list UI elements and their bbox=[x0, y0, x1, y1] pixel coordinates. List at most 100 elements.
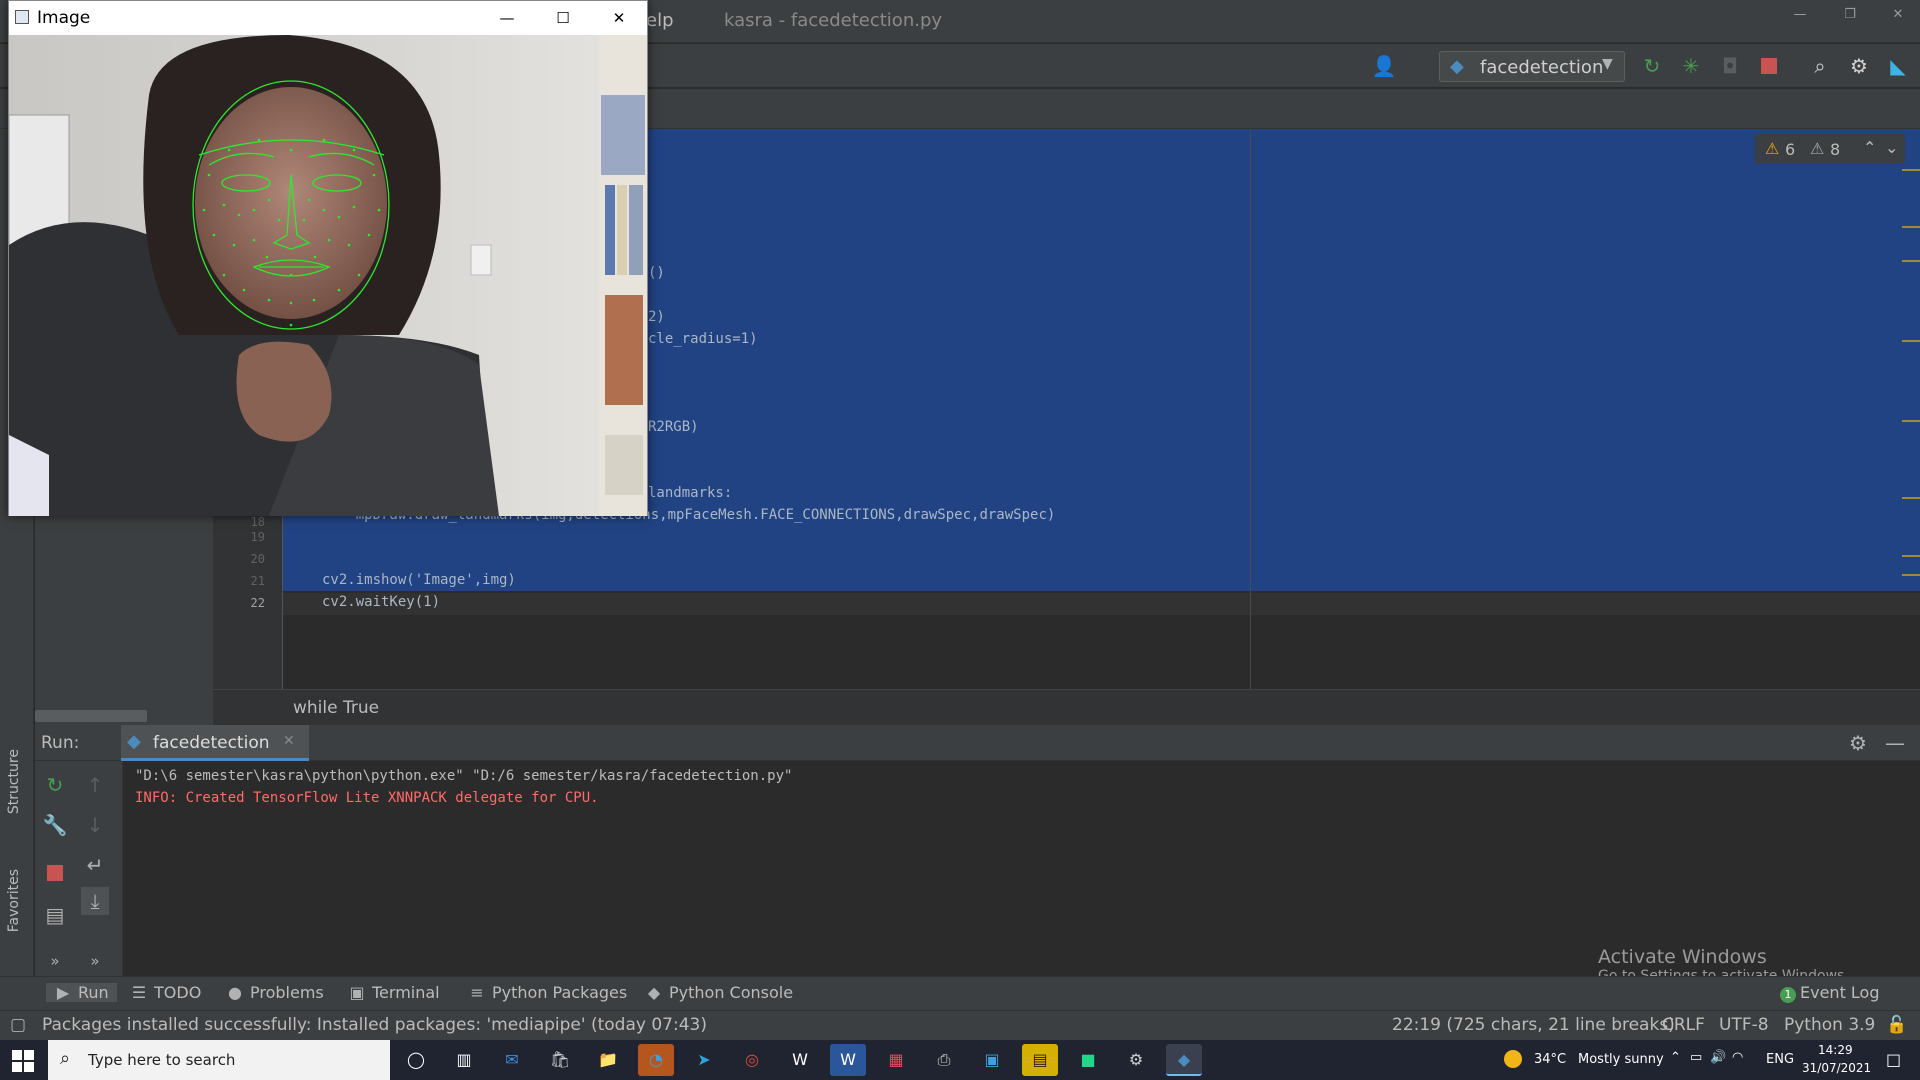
run-label: Run: bbox=[41, 733, 80, 753]
hide-panel-icon[interactable]: — bbox=[1885, 731, 1905, 755]
line-separator[interactable]: CRLF bbox=[1662, 1015, 1705, 1035]
stop-icon[interactable] bbox=[1755, 52, 1783, 80]
close-icon[interactable]: ✕ bbox=[283, 733, 295, 749]
python-interpreter[interactable]: Python 3.9 bbox=[1784, 1015, 1875, 1035]
run-configuration-select[interactable]: ◆ facedetection ▼ bbox=[1439, 51, 1625, 82]
gear-icon[interactable]: ⚙ bbox=[1845, 52, 1873, 80]
input-language[interactable]: ENG bbox=[1766, 1052, 1794, 1067]
winrar-icon[interactable]: ▦ bbox=[878, 1044, 914, 1076]
clock-time[interactable]: 14:29 bbox=[1818, 1043, 1853, 1057]
layers-icon: ≡ bbox=[470, 983, 484, 1002]
task-view-icon[interactable]: ▥ bbox=[446, 1044, 482, 1076]
close-button[interactable]: ✕ bbox=[1878, 2, 1918, 28]
network-app-icon[interactable]: ▣ bbox=[974, 1044, 1010, 1076]
telegram-icon[interactable]: ➤ bbox=[686, 1044, 722, 1076]
structure-tab[interactable]: Structure bbox=[6, 749, 28, 869]
run-config-label: facedetection bbox=[1480, 57, 1604, 78]
tab-run[interactable]: ▶ Run bbox=[46, 983, 117, 1002]
chevron-up-icon[interactable]: ⌃ bbox=[1863, 138, 1876, 157]
tab-terminal[interactable]: ▣ Terminal bbox=[348, 983, 439, 1002]
minimize-button[interactable]: — bbox=[487, 5, 527, 31]
image-window[interactable]: Image — ☐ ✕ bbox=[8, 0, 648, 516]
warning-marker[interactable] bbox=[1902, 574, 1920, 576]
tab-problems[interactable]: ● Problems bbox=[226, 983, 324, 1002]
console-line: "D:\6 semester\kasra\python\python.exe" … bbox=[135, 768, 793, 784]
chrome-icon[interactable]: ◎ bbox=[734, 1044, 770, 1076]
python-icon: ◆ bbox=[127, 731, 141, 752]
weather-temp[interactable]: 34°C bbox=[1534, 1052, 1566, 1067]
mail-icon[interactable]: ✉ bbox=[494, 1044, 530, 1076]
windows-start-icon[interactable] bbox=[12, 1050, 34, 1072]
weather-icon[interactable] bbox=[1504, 1050, 1522, 1068]
close-button[interactable]: ✕ bbox=[599, 5, 639, 31]
battery-icon[interactable]: ▭ bbox=[1690, 1050, 1702, 1065]
word-icon[interactable]: W bbox=[830, 1044, 866, 1076]
restore-button[interactable]: ❐ bbox=[1830, 2, 1870, 28]
scroll-to-end-icon[interactable]: ⤓ bbox=[81, 887, 109, 915]
favorites-tab[interactable]: Favorites bbox=[6, 869, 28, 979]
wikipedia-icon[interactable]: W bbox=[782, 1044, 818, 1076]
status-message[interactable]: Packages installed successfully: Install… bbox=[42, 1015, 707, 1035]
search-icon[interactable]: ⌕ bbox=[1806, 52, 1834, 80]
maximize-button[interactable]: ☐ bbox=[543, 5, 583, 31]
tab-python-packages[interactable]: ≡ Python Packages bbox=[468, 983, 627, 1002]
gear-icon[interactable]: ⚙ bbox=[1849, 731, 1867, 755]
wifi-icon[interactable]: ◠ bbox=[1732, 1050, 1743, 1065]
taskbar-search[interactable]: ⌕ Type here to search bbox=[48, 1040, 390, 1080]
warning-marker[interactable] bbox=[1902, 497, 1920, 499]
soft-wrap-icon[interactable]: ↵ bbox=[81, 851, 109, 879]
warning-marker[interactable] bbox=[1902, 226, 1920, 228]
file-encoding[interactable]: UTF-8 bbox=[1719, 1015, 1769, 1035]
python-app-icon[interactable]: ◆ bbox=[1166, 1044, 1202, 1076]
inspection-widget[interactable]: ⚠ 6 ⚠ 8 ⌃ ⌄ bbox=[1755, 134, 1905, 164]
debug-icon[interactable]: ✳ bbox=[1677, 52, 1705, 80]
image-window-title-bar[interactable]: Image — ☐ ✕ bbox=[9, 1, 647, 35]
lock-icon[interactable]: 🔓 bbox=[1886, 1015, 1907, 1035]
search-icon: ⌕ bbox=[60, 1048, 71, 1069]
coverage-icon[interactable]: ◘ bbox=[1716, 52, 1744, 80]
cortana-icon[interactable]: ◯ bbox=[398, 1044, 434, 1076]
warning-marker[interactable] bbox=[1902, 340, 1920, 342]
caret-position[interactable]: 22:19 (725 chars, 21 line breaks) bbox=[1392, 1015, 1675, 1035]
store-icon[interactable]: 🛍 bbox=[542, 1044, 578, 1076]
tab-event-log-label: Event Log bbox=[1800, 983, 1880, 1002]
printer-icon[interactable]: ⎙ bbox=[926, 1044, 962, 1076]
stop-icon[interactable] bbox=[41, 859, 69, 887]
project-scrollbar[interactable] bbox=[35, 710, 147, 722]
notes-icon[interactable]: ▤ bbox=[1022, 1044, 1058, 1076]
warning-marker[interactable] bbox=[1902, 169, 1920, 171]
warning-marker[interactable] bbox=[1902, 420, 1920, 422]
pycharm-icon[interactable]: ■ bbox=[1070, 1044, 1106, 1076]
layout-icon[interactable]: ▤ bbox=[41, 901, 69, 929]
volume-icon[interactable]: 🔊 bbox=[1710, 1050, 1726, 1065]
run-tab-facedetection[interactable]: ◆ facedetection ✕ bbox=[121, 725, 309, 761]
rerun-icon[interactable]: ↻ bbox=[41, 771, 69, 799]
chevron-down-icon[interactable]: ⌄ bbox=[1885, 138, 1898, 157]
tab-python-console[interactable]: ◆ Python Console bbox=[645, 983, 793, 1002]
breadcrumb-item[interactable]: while True bbox=[293, 698, 379, 718]
run-panel-header: Run: ◆ facedetection ✕ ⚙ — bbox=[35, 725, 1920, 761]
rerun-icon[interactable]: ↻ bbox=[1638, 52, 1666, 80]
panel-toggle-icon[interactable]: ▢ bbox=[10, 1015, 26, 1035]
menu-help-fragment[interactable]: elp bbox=[646, 10, 674, 31]
edge-icon[interactable]: ◔ bbox=[638, 1044, 674, 1076]
arrow-down-icon[interactable]: ↓ bbox=[81, 811, 109, 839]
settings-app-icon[interactable]: ⚙ bbox=[1118, 1044, 1154, 1076]
warning-marker[interactable] bbox=[1902, 260, 1920, 262]
wrench-icon[interactable]: 🔧 bbox=[41, 811, 69, 839]
arrow-up-icon[interactable]: ↑ bbox=[81, 771, 109, 799]
file-explorer-icon[interactable]: 📁 bbox=[590, 1044, 626, 1076]
search-placeholder: Type here to search bbox=[88, 1051, 236, 1069]
tab-event-log[interactable]: 1 Event Log bbox=[1780, 983, 1880, 1003]
minimize-button[interactable]: — bbox=[1780, 2, 1820, 28]
more-icon[interactable]: » bbox=[41, 947, 69, 975]
plugin-icon[interactable]: ◣ bbox=[1884, 52, 1912, 80]
weather-text[interactable]: Mostly sunny bbox=[1578, 1052, 1664, 1067]
more-icon[interactable]: » bbox=[81, 947, 109, 975]
tab-todo[interactable]: ☰ TODO bbox=[130, 983, 201, 1002]
user-icon[interactable]: 👤▾ bbox=[1370, 52, 1398, 106]
warning-marker[interactable] bbox=[1902, 555, 1920, 557]
clock-date[interactable]: 31/07/2021 bbox=[1802, 1061, 1871, 1075]
show-hidden-icons[interactable]: ⌃ bbox=[1670, 1050, 1681, 1065]
notifications-icon[interactable]: □ bbox=[1886, 1050, 1901, 1069]
